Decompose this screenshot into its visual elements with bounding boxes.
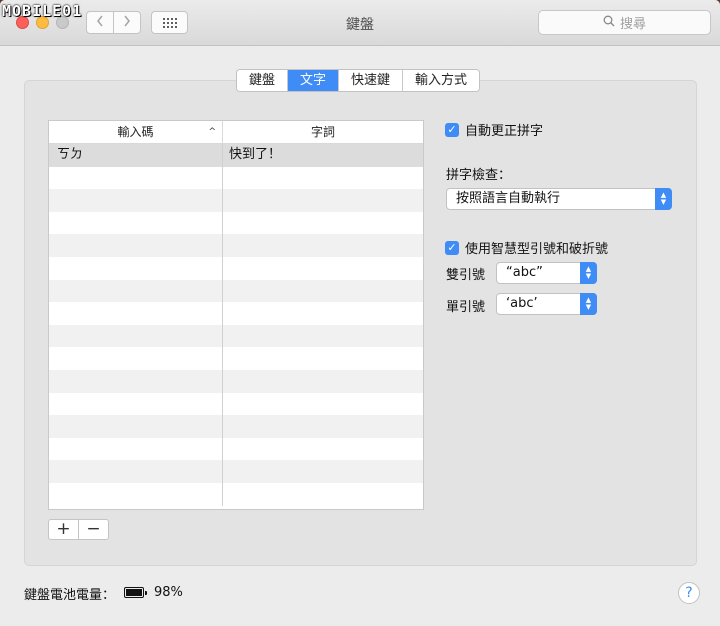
show-all-button[interactable] (151, 11, 188, 34)
search-icon (603, 15, 615, 31)
updown-arrows-icon: ▲ ▼ (655, 188, 672, 210)
table-rows: ㄎㄉ 快到了！ (49, 144, 423, 506)
empty-row (49, 415, 423, 438)
empty-row (49, 437, 423, 461)
battery-fill (126, 589, 142, 596)
single-quotes-value: ‘abc’ (506, 296, 538, 311)
help-button[interactable]: ? (678, 582, 700, 604)
table-row[interactable]: ㄎㄉ 快到了！ (49, 144, 423, 167)
spelling-label: 拼字檢查： (446, 168, 512, 183)
grid-icon (162, 17, 177, 28)
empty-row (49, 324, 423, 348)
chevron-right-icon (123, 15, 131, 31)
tab-input-sources[interactable]: 輸入方式 (402, 70, 480, 91)
spelling-popup-value: 按照語言自動執行 (456, 191, 561, 206)
empty-row (49, 460, 423, 483)
battery-label: 鍵盤電池電量： (24, 588, 116, 603)
double-quotes-popup[interactable]: “abc” ▲ ▼ (496, 262, 597, 284)
chevron-left-icon (96, 15, 104, 31)
checkmark-icon: ✓ (445, 240, 459, 255)
back-button[interactable] (87, 12, 113, 33)
column-header-label: 輸入碼 (117, 125, 154, 139)
tab-shortcuts[interactable]: 快速鍵 (338, 70, 403, 91)
tab-bar: 鍵盤 文字 快速鍵 輸入方式 (236, 69, 481, 92)
forward-button[interactable] (113, 12, 140, 33)
tab-keyboard[interactable]: 鍵盤 (237, 70, 288, 91)
empty-row (49, 234, 423, 257)
empty-row (49, 279, 423, 303)
smart-quotes-label: 使用智慧型引號和破折號 (465, 242, 609, 257)
add-remove-buttons: + − (48, 519, 109, 540)
remove-button[interactable]: − (78, 520, 108, 539)
window-title: 鍵盤 (346, 17, 374, 33)
tab-text[interactable]: 文字 (287, 70, 339, 91)
preferences-window: MOBILE01 鍵盤 搜尋 鍵盤 文字 快速鍵 輸入方式 輸入碼 ^ 字詞 ㄎ… (0, 0, 720, 626)
column-header-replace[interactable]: 輸入碼 ^ (49, 121, 223, 143)
battery-icon (124, 587, 147, 598)
add-button[interactable]: + (49, 520, 78, 539)
search-field[interactable]: 搜尋 (538, 10, 711, 35)
empty-row (49, 166, 423, 190)
empty-row (49, 256, 423, 280)
column-header-with[interactable]: 字詞 (223, 121, 423, 143)
navigation-buttons (86, 11, 141, 34)
watermark-logo: MOBILE01 (2, 2, 83, 20)
double-quotes-value: “abc” (506, 265, 543, 280)
text-replacement-table: 輸入碼 ^ 字詞 ㄎㄉ 快到了！ (48, 120, 424, 510)
spelling-popup[interactable]: 按照語言自動執行 ▲ ▼ (446, 188, 672, 210)
search-placeholder: 搜尋 (619, 17, 646, 32)
replace-cell[interactable]: ㄎㄉ (49, 144, 223, 167)
updown-arrows-icon: ▲ ▼ (580, 262, 597, 284)
double-quotes-label: 雙引號 (446, 268, 486, 283)
empty-row (49, 392, 423, 416)
updown-arrows-icon: ▲ ▼ (580, 293, 597, 315)
empty-row (49, 211, 423, 235)
single-quotes-popup[interactable]: ‘abc’ ▲ ▼ (496, 293, 597, 315)
empty-row (49, 482, 423, 506)
title-bar: MOBILE01 鍵盤 搜尋 (0, 0, 720, 46)
autocorrect-label: 自動更正拼字 (465, 124, 544, 139)
empty-row (49, 189, 423, 212)
empty-row (49, 369, 423, 393)
table-header: 輸入碼 ^ 字詞 (49, 121, 423, 144)
smart-quotes-checkbox[interactable]: ✓ 使用智慧型引號和破折號 (445, 238, 608, 257)
battery-percentage: 98% (154, 585, 183, 600)
checkmark-icon: ✓ (445, 122, 459, 137)
single-quotes-label: 單引號 (446, 300, 486, 315)
autocorrect-checkbox[interactable]: ✓ 自動更正拼字 (445, 120, 543, 139)
empty-row (49, 302, 423, 325)
with-cell[interactable]: 快到了！ (223, 144, 423, 167)
sort-ascending-icon: ^ (208, 127, 216, 137)
empty-row (49, 347, 423, 370)
